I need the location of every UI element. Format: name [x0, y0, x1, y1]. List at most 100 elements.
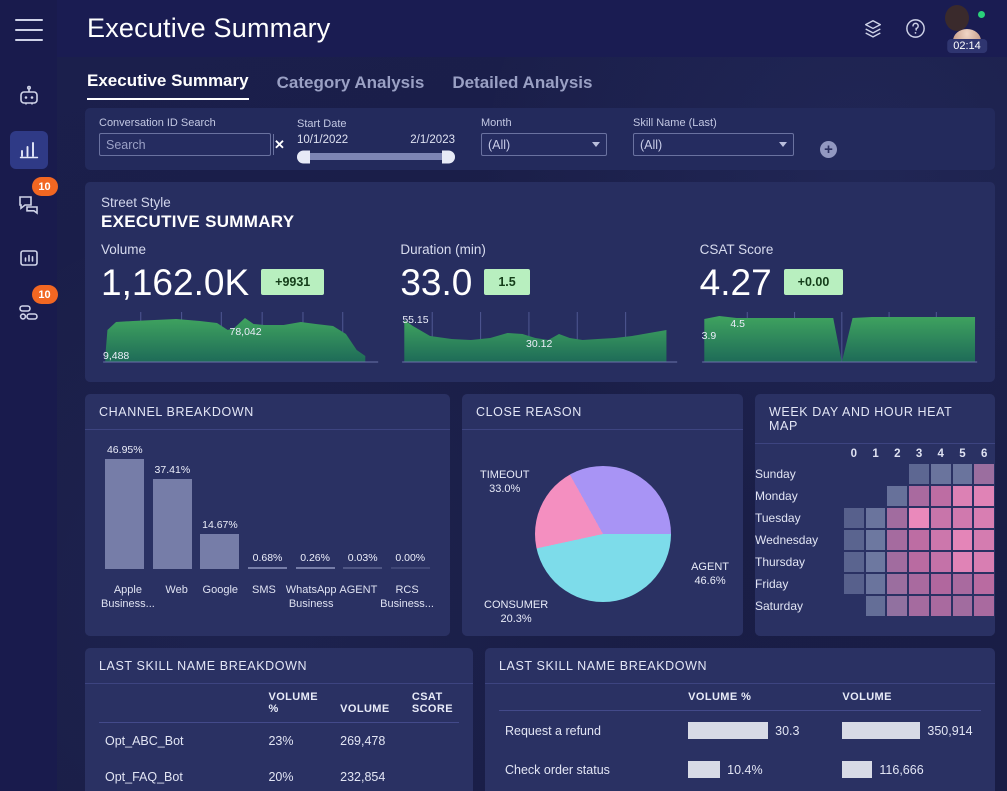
heatmap-cell[interactable] — [952, 463, 974, 485]
bar-rect[interactable] — [105, 459, 144, 569]
heatmap-cell[interactable] — [908, 485, 930, 507]
heatmap-cell[interactable] — [843, 529, 865, 551]
heatmap-cell[interactable] — [865, 551, 887, 573]
bar-rect[interactable] — [391, 567, 430, 569]
heatmap-cell[interactable] — [886, 595, 908, 617]
kpi-volume-label: Volume — [101, 242, 380, 257]
bar-rect[interactable] — [343, 567, 382, 569]
row-volume: 116,666 — [879, 763, 923, 777]
heatmap-cell[interactable] — [865, 463, 887, 485]
heatmap-cell[interactable] — [973, 507, 995, 529]
heatmap-cell[interactable] — [908, 463, 930, 485]
bar-rect[interactable] — [248, 567, 287, 569]
heatmap-cell[interactable] — [886, 573, 908, 595]
sidebar-item-automation[interactable]: 10 — [10, 293, 48, 331]
heatmap-cell[interactable] — [843, 551, 865, 573]
search-input[interactable] — [100, 134, 273, 155]
kpi-csat-sparkline: 3.9 4.5 — [700, 312, 979, 366]
heatmap-cell[interactable] — [886, 551, 908, 573]
skill-name-dropdown[interactable]: (All) — [633, 133, 794, 156]
tab-category-analysis[interactable]: Category Analysis — [277, 73, 425, 100]
sidebar-item-analytics[interactable] — [10, 131, 48, 169]
heatmap-cell[interactable] — [930, 573, 952, 595]
heatmap-cell[interactable] — [952, 573, 974, 595]
heatmap-cell[interactable] — [930, 507, 952, 529]
skill-name-value: (All) — [640, 138, 662, 152]
heatmap-cell[interactable] — [908, 529, 930, 551]
heatmap-cell[interactable] — [930, 595, 952, 617]
heatmap-cell[interactable] — [973, 529, 995, 551]
bar-group: 46.95% 37.41% 14.67% 0.68% 0.26% 0.03% 0… — [101, 444, 434, 569]
heatmap-cell[interactable] — [973, 485, 995, 507]
heatmap-cell[interactable] — [865, 573, 887, 595]
heatmap-cell[interactable] — [865, 595, 887, 617]
heatmap-cell[interactable] — [908, 573, 930, 595]
heatmap-cell[interactable] — [908, 595, 930, 617]
bar-rect[interactable] — [153, 479, 192, 569]
heatmap-cell[interactable] — [843, 507, 865, 529]
tab-executive-summary[interactable]: Executive Summary — [87, 71, 249, 100]
heatmap-cell[interactable] — [843, 463, 865, 485]
clear-search-icon[interactable]: ✕ — [273, 134, 285, 155]
layers-icon[interactable] — [862, 18, 884, 40]
search-box[interactable]: ✕ — [99, 133, 271, 156]
heatmap-cell[interactable] — [843, 573, 865, 595]
tab-detailed-analysis[interactable]: Detailed Analysis — [452, 73, 592, 100]
kpi-volume-delta: +9931 — [261, 269, 324, 295]
sidebar-item-conversations[interactable]: 10 — [10, 185, 48, 223]
heatmap-cell[interactable] — [973, 573, 995, 595]
heatmap-day-label: Tuesday — [755, 507, 843, 529]
heatmap-cell[interactable] — [865, 529, 887, 551]
kpi-panel-title: EXECUTIVE SUMMARY — [101, 212, 979, 232]
heatmap-cell[interactable] — [930, 551, 952, 573]
slider-handle-right[interactable] — [442, 150, 455, 163]
table-row[interactable]: Opt_FAQ_Bot 20% 232,854 — [99, 759, 459, 791]
month-dropdown[interactable]: (All) — [481, 133, 607, 156]
heatmap-day-label: Thursday — [755, 551, 843, 573]
bar-rect[interactable] — [296, 567, 335, 569]
table-row[interactable]: Request a refund 30.3 — [499, 711, 981, 751]
bar-item: 46.95% — [101, 444, 149, 569]
flow-nodes-icon — [17, 300, 41, 324]
heatmap-cell[interactable] — [973, 463, 995, 485]
heatmap-cell[interactable] — [865, 485, 887, 507]
heatmap-cell[interactable] — [886, 463, 908, 485]
heatmap-cell[interactable] — [886, 507, 908, 529]
month-group: Month (All) — [481, 117, 607, 156]
sidebar-item-reports[interactable] — [10, 239, 48, 277]
heatmap-cell[interactable] — [952, 551, 974, 573]
slider-handle-left[interactable] — [297, 150, 310, 163]
heatmap-cell[interactable] — [843, 595, 865, 617]
heatmap-cell[interactable] — [886, 485, 908, 507]
heatmap-cell[interactable] — [973, 595, 995, 617]
help-icon[interactable] — [904, 17, 927, 40]
table-row[interactable]: Opt_ABC_Bot 23% 269,478 — [99, 723, 459, 760]
heatmap-cell[interactable] — [952, 485, 974, 507]
table-right: VOLUME % VOLUME Request a refund — [499, 684, 981, 789]
kpi-volume-spark-mid: 78,042 — [229, 326, 261, 338]
heatmap-cell[interactable] — [952, 529, 974, 551]
table-row[interactable]: Check order status 10.4% — [499, 750, 981, 789]
heatmap-cell[interactable] — [908, 551, 930, 573]
heatmap-cell[interactable] — [930, 463, 952, 485]
sidebar-item-bot[interactable] — [10, 77, 48, 115]
start-date-group: Start Date 10/1/2022 2/1/2023 — [297, 117, 455, 160]
heatmap-cell[interactable] — [930, 529, 952, 551]
heatmap-cell[interactable] — [952, 595, 974, 617]
heatmap-cell[interactable] — [930, 485, 952, 507]
start-date-max: 2/1/2023 — [410, 134, 455, 146]
heatmap-cell[interactable] — [952, 507, 974, 529]
heatmap-cell[interactable] — [886, 529, 908, 551]
pie-chart[interactable] — [535, 466, 671, 602]
heatmap-cell[interactable] — [843, 485, 865, 507]
heatmap-cell[interactable] — [973, 551, 995, 573]
add-filter-button[interactable]: + — [820, 141, 837, 158]
date-range-slider[interactable] — [297, 153, 455, 160]
heatmap-cell[interactable] — [908, 507, 930, 529]
hamburger-icon[interactable] — [15, 19, 43, 41]
row-name: Opt_ABC_Bot — [99, 723, 262, 760]
heatmap-cell[interactable] — [865, 507, 887, 529]
bar-rect[interactable] — [200, 534, 239, 569]
row-volume: 232,854 — [334, 759, 406, 791]
avatar[interactable]: 02:14 — [947, 9, 987, 49]
